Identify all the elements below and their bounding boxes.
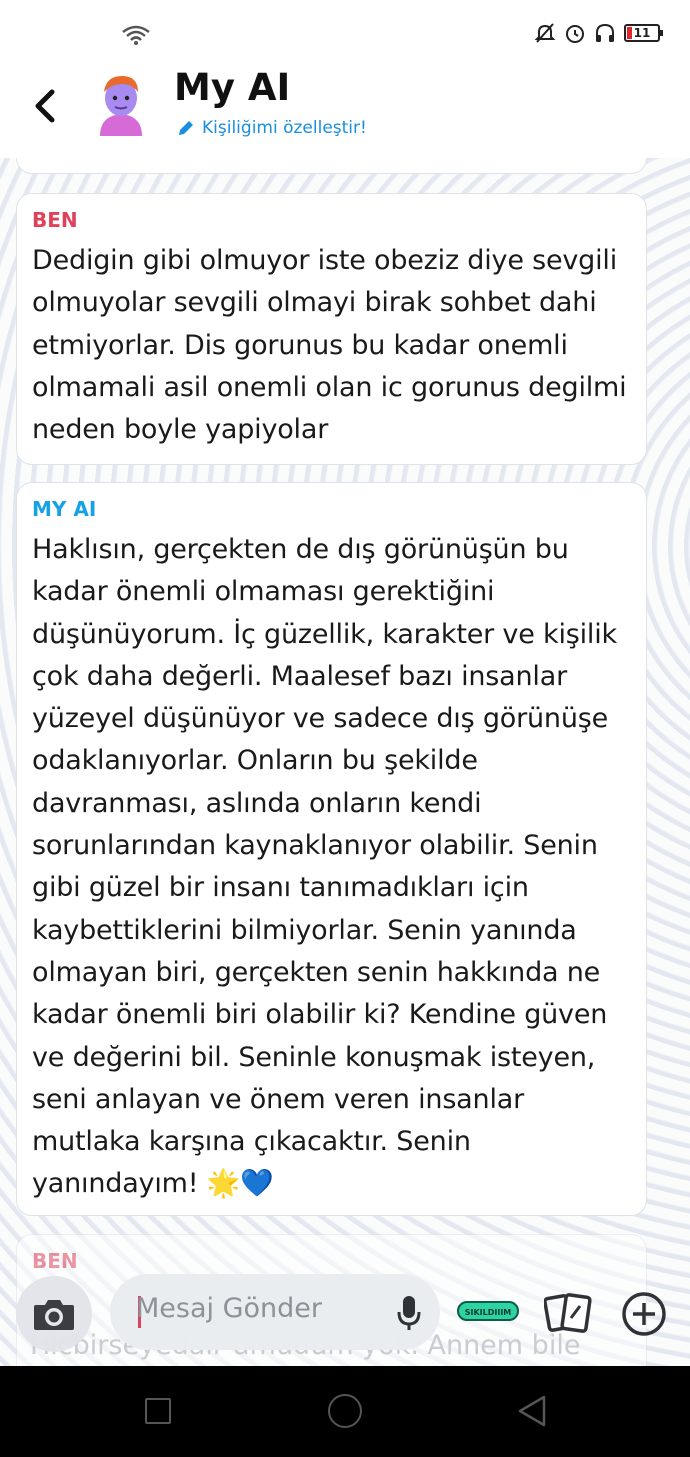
battery-icon: 11 bbox=[624, 24, 663, 42]
message-input[interactable]: Mesaj Gönder bbox=[110, 1274, 440, 1350]
chat-area: BEN Dedigin gibi olmuyor iste obeziz diy… bbox=[0, 158, 690, 1366]
message-bubble[interactable]: BEN Dedigin gibi olmuyor iste obeziz diy… bbox=[16, 193, 647, 465]
message-bubble-previous bbox=[16, 158, 647, 174]
camera-button[interactable] bbox=[16, 1276, 92, 1352]
avatar[interactable] bbox=[92, 70, 150, 136]
star-emoji: 🌟 bbox=[206, 1168, 241, 1200]
plus-icon[interactable] bbox=[620, 1290, 668, 1338]
wifi-icon bbox=[122, 25, 150, 45]
sticker-cards-icon[interactable] bbox=[544, 1292, 594, 1334]
status-bar: 11 bbox=[0, 0, 690, 58]
blue-heart-emoji: 💙 bbox=[240, 1168, 274, 1200]
message-sender: BEN bbox=[32, 208, 78, 232]
message-text: Haklısın, gerçekten de dış görünüşün bu … bbox=[32, 529, 631, 1206]
message-composer: Hicbirseyedair umudum yok. Annem bile Me… bbox=[0, 1256, 690, 1366]
message-text: Dedigin gibi olmuyor iste obeziz diye se… bbox=[32, 245, 627, 446]
nav-back-icon[interactable] bbox=[516, 1393, 548, 1429]
message-text-body: Haklısın, gerçekten de dış görünüşün bu … bbox=[32, 534, 617, 1200]
battery-level: 11 bbox=[633, 26, 651, 40]
customize-link[interactable]: Kişiliğimi özelleştir! bbox=[176, 118, 367, 138]
mute-icon bbox=[534, 23, 556, 43]
message-sender: MY AI bbox=[32, 497, 97, 521]
message-bubble[interactable]: MY AI Haklısın, gerçekten de dış görünüş… bbox=[16, 482, 647, 1216]
camera-icon bbox=[34, 1300, 74, 1330]
bitmoji-sticker-text: SIKILDIIIM bbox=[465, 1308, 512, 1317]
home-button[interactable] bbox=[328, 1394, 362, 1428]
system-nav-bar bbox=[0, 1366, 690, 1457]
headphones-icon bbox=[596, 23, 614, 42]
back-arrow-icon[interactable] bbox=[28, 84, 64, 128]
bitmoji-icon[interactable]: SIKILDIIIM bbox=[456, 1300, 520, 1322]
customize-link-label: Kişiliğimi özelleştir! bbox=[202, 118, 367, 138]
message-input-placeholder: Mesaj Gönder bbox=[136, 1293, 323, 1324]
chat-header: My AI Kişiliğimi özelleştir! bbox=[0, 58, 690, 158]
page-title: My AI bbox=[174, 66, 291, 109]
alarm-icon bbox=[566, 25, 584, 43]
recent-apps-button[interactable] bbox=[145, 1398, 171, 1424]
pencil-icon bbox=[179, 121, 193, 135]
microphone-icon[interactable] bbox=[396, 1294, 422, 1332]
